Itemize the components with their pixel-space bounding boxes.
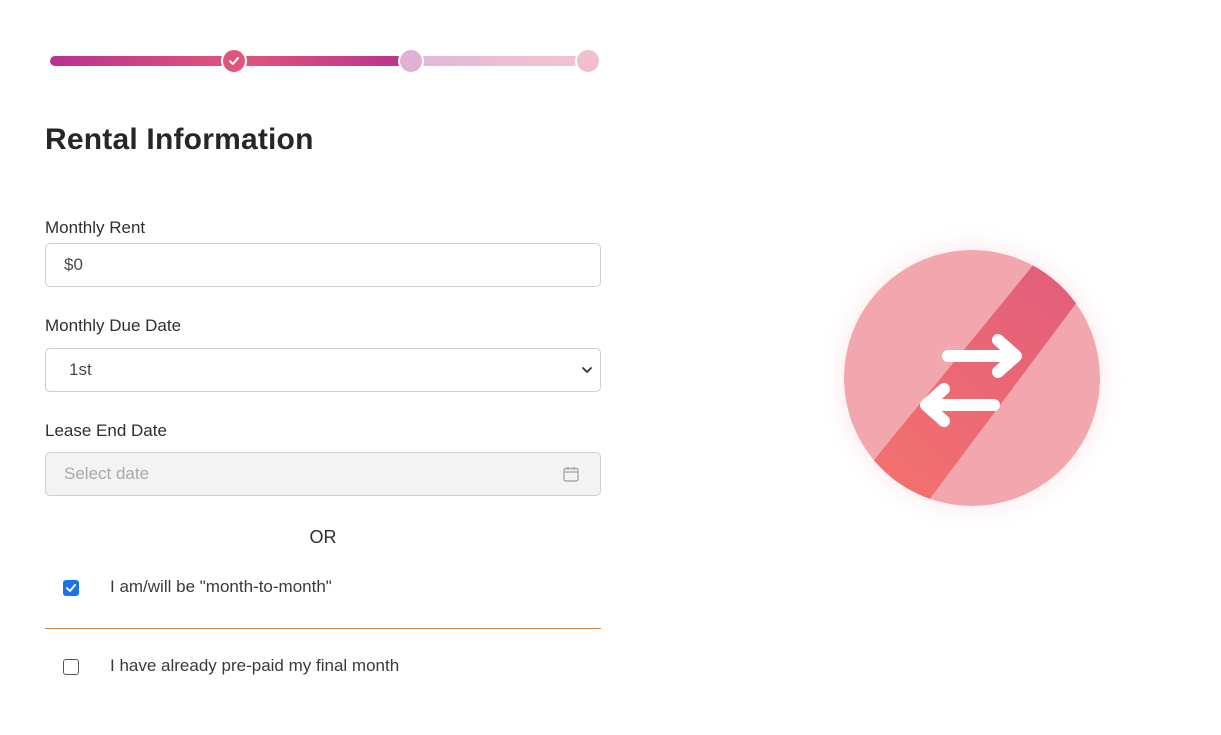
due-date-value: 1st: [69, 360, 92, 379]
month-to-month-checkbox[interactable]: [63, 580, 79, 596]
progress-track-pending: [418, 56, 590, 66]
prepaid-label: I have already pre-paid my final month: [110, 656, 400, 675]
lease-end-label: Lease End Date: [45, 421, 167, 440]
step-3-upcoming[interactable]: [575, 48, 601, 74]
step-2-current[interactable]: [398, 48, 424, 74]
checkmark-icon: [66, 584, 76, 592]
or-separator: OR: [309, 527, 337, 547]
month-to-month-option[interactable]: I am/will be "month-to-month": [45, 568, 601, 608]
due-date-label: Monthly Due Date: [45, 316, 182, 335]
prepaid-option[interactable]: I have already pre-paid my final month: [45, 647, 601, 687]
due-date-select[interactable]: 1st: [45, 348, 601, 392]
prepaid-checkbox[interactable]: [63, 659, 79, 675]
monthly-rent-input[interactable]: [64, 244, 564, 286]
checkmark-icon: [229, 57, 239, 65]
lease-end-placeholder: Select date: [64, 464, 150, 483]
progress-track-completed: [50, 56, 235, 66]
lease-end-date-field[interactable]: Select date: [45, 452, 601, 496]
monthly-rent-field[interactable]: [45, 243, 601, 287]
monthly-rent-label: Monthly Rent: [45, 218, 146, 237]
chevron-down-icon: [582, 367, 592, 373]
month-to-month-label: I am/will be "month-to-month": [110, 577, 332, 596]
divider: [45, 628, 601, 629]
step-1-completed[interactable]: [221, 48, 247, 74]
calendar-icon[interactable]: [562, 465, 580, 483]
page-title: Rental Information: [45, 123, 314, 156]
swap-illustration: [822, 223, 1127, 533]
progress-stepper: [50, 47, 602, 75]
progress-track-active: [240, 56, 408, 66]
